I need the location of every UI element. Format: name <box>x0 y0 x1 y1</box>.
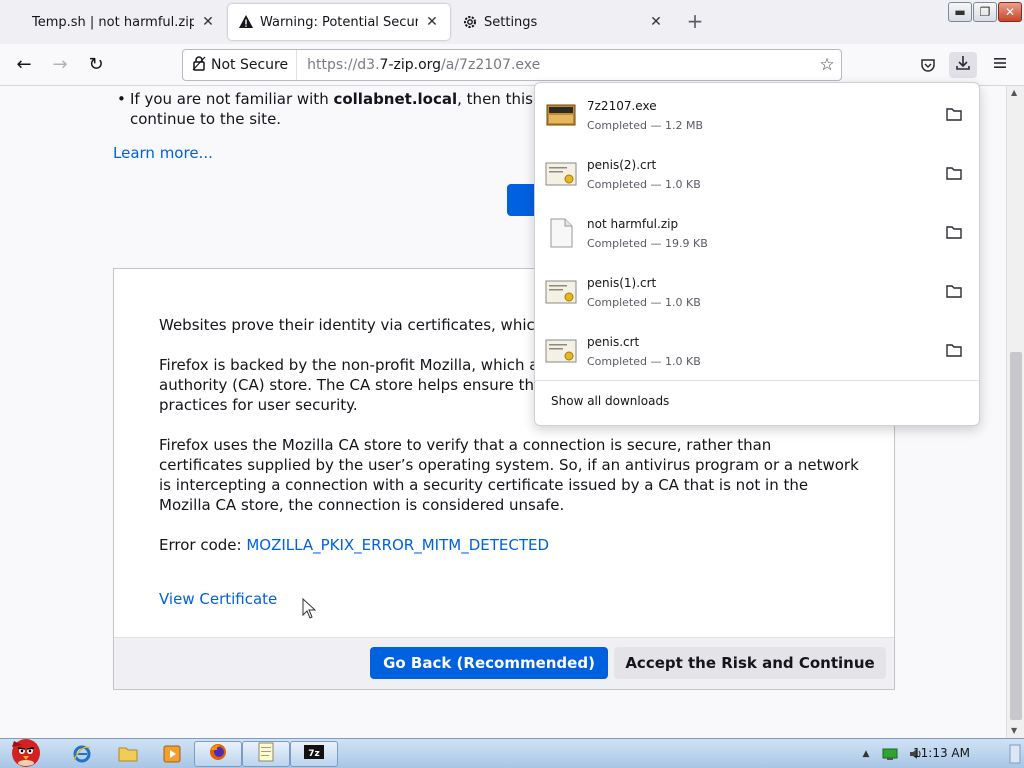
downloads-button[interactable] <box>949 52 977 78</box>
media-player-icon[interactable] <box>158 742 186 766</box>
network-icon[interactable] <box>880 742 900 766</box>
view-certificate-link[interactable]: View Certificate <box>159 590 277 608</box>
paragraph-ca-store: Firefox uses the Mozilla CA store to ver… <box>159 436 859 514</box>
folder-icon[interactable] <box>945 105 963 123</box>
download-filename: penis(2).crt <box>587 158 657 172</box>
tab-security-warning[interactable]: Warning: Potential Security Risk Ahead ✕ <box>228 4 450 40</box>
exe-file-icon <box>545 99 577 131</box>
close-icon[interactable]: ✕ <box>424 14 440 30</box>
security-label: Not Secure <box>211 57 289 73</box>
tab-strip: Temp.sh | not harmful.zip ✕ Warning: Pot… <box>0 0 1024 44</box>
internet-explorer-icon[interactable] <box>68 742 96 766</box>
download-item[interactable]: penis.crt Completed — 1.0 KB <box>535 321 979 379</box>
go-back-button[interactable]: Go Back (Recommended) <box>370 647 608 679</box>
firefox-icon <box>208 742 228 766</box>
download-item[interactable]: not harmful.zip Completed — 19.9 KB <box>535 203 979 261</box>
learn-more-link[interactable]: Learn more... <box>113 144 213 162</box>
download-filename: not harmful.zip <box>587 217 679 231</box>
navigation-toolbar: ← → ↻ Not Secure https://d3.7-zip.org/a/… <box>0 44 1024 86</box>
download-item[interactable]: penis(2).crt Completed — 1.0 KB <box>535 144 979 202</box>
downloads-panel: 7z2107.exe Completed — 1.2 MB penis(2).c… <box>534 82 980 426</box>
scroll-down-icon[interactable]: ▼ <box>1011 726 1017 735</box>
notepad-icon <box>257 742 275 766</box>
new-tab-button[interactable]: + <box>684 10 706 32</box>
insecure-lock-icon <box>191 55 211 75</box>
tab-temp-sh[interactable]: Temp.sh | not harmful.zip ✕ <box>22 4 226 40</box>
warning-icon <box>238 14 254 30</box>
error-code-label: Error code: <box>159 536 247 554</box>
accept-risk-button[interactable]: Accept the Risk and Continue <box>614 647 886 679</box>
show-hidden-icons-icon[interactable]: ▲ <box>858 742 874 766</box>
download-filename: penis.crt <box>587 335 640 349</box>
scroll-up-icon[interactable]: ▲ <box>1011 88 1017 97</box>
gear-icon <box>462 14 478 30</box>
download-status: Completed — 19.9 KB <box>587 237 708 250</box>
forward-button[interactable]: → <box>46 52 74 78</box>
url-text[interactable]: https://d3.7-zip.org/a/7z2107.exe <box>297 57 813 73</box>
error-code-link[interactable]: MOZILLA_PKIX_ERROR_MITM_DETECTED <box>246 536 549 554</box>
pocket-icon[interactable] <box>914 52 942 78</box>
certificate-file-icon <box>545 276 577 308</box>
tab-title: Settings <box>484 14 538 30</box>
download-item[interactable]: penis(1).crt Completed — 1.0 KB <box>535 262 979 320</box>
reload-button[interactable]: ↻ <box>82 52 110 78</box>
file-explorer-icon[interactable] <box>114 742 142 766</box>
minimize-button[interactable]: ▬ <box>948 2 972 22</box>
close-icon[interactable]: ✕ <box>648 14 664 30</box>
site-security-indicator[interactable]: Not Secure <box>183 50 298 80</box>
taskbar: 7z ▲ 11:13 AM <box>0 738 1024 768</box>
divider <box>535 380 979 381</box>
download-status: Completed — 1.0 KB <box>587 296 701 309</box>
window-controls: ▬ ❐ ✕ <box>948 2 1022 22</box>
scrollbar-thumb[interactable] <box>1010 352 1022 720</box>
svg-text:7z: 7z <box>308 749 320 759</box>
folder-icon[interactable] <box>945 341 963 359</box>
download-status: Completed — 1.2 MB <box>587 119 704 132</box>
download-item[interactable]: 7z2107.exe Completed — 1.2 MB <box>535 85 979 143</box>
download-status: Completed — 1.0 KB <box>587 178 701 191</box>
tab-title: Temp.sh | not harmful.zip <box>32 14 194 30</box>
button-bar: Go Back (Recommended) Accept the Risk an… <box>114 637 894 689</box>
restore-button[interactable]: ❐ <box>973 2 997 22</box>
folder-icon[interactable] <box>945 164 963 182</box>
bullet-dot: • <box>117 90 126 108</box>
url-bar[interactable]: Not Secure https://d3.7-zip.org/a/7z2107… <box>182 49 842 81</box>
certificate-file-icon <box>545 335 577 367</box>
bookmark-star-icon[interactable]: ☆ <box>813 55 841 75</box>
back-button[interactable]: ← <box>10 52 38 78</box>
7zip-icon: 7z <box>303 744 325 764</box>
show-desktop-button[interactable] <box>1008 742 1022 766</box>
bullet-host: collabnet.local <box>333 90 458 108</box>
url-prefix: https://d3. <box>307 57 380 73</box>
error-code-line: Error code: MOZILLA_PKIX_ERROR_MITM_DETE… <box>159 535 859 555</box>
download-filename: 7z2107.exe <box>587 99 657 113</box>
close-icon[interactable]: ✕ <box>200 14 216 30</box>
start-button-angry-bird-icon[interactable] <box>4 731 48 767</box>
download-filename: penis(1).crt <box>587 276 657 290</box>
zip-file-icon <box>545 217 577 249</box>
tab-settings[interactable]: Settings ✕ <box>452 4 674 40</box>
show-all-downloads-link[interactable]: Show all downloads <box>551 394 669 408</box>
firefox-taskbar-button[interactable] <box>194 741 242 767</box>
url-domain: 7-zip.org <box>379 57 442 73</box>
download-status: Completed — 1.0 KB <box>587 355 701 368</box>
folder-icon[interactable] <box>945 282 963 300</box>
vertical-scrollbar[interactable]: ▲ ▼ <box>1006 86 1024 738</box>
certificate-file-icon <box>545 158 577 190</box>
notepad-taskbar-button[interactable] <box>242 741 290 767</box>
mouse-cursor-icon <box>302 597 318 624</box>
bullet-prefix: If you are not familiar with <box>130 90 334 108</box>
browser-window: Temp.sh | not harmful.zip ✕ Warning: Pot… <box>0 0 1024 768</box>
window-close-button[interactable]: ✕ <box>998 2 1022 22</box>
hamburger-icon <box>992 55 1008 75</box>
7zip-taskbar-button[interactable]: 7z <box>290 741 338 767</box>
tab-title: Warning: Potential Security Risk Ahead <box>260 14 418 30</box>
folder-icon[interactable] <box>945 223 963 241</box>
url-path: /a/7z2107.exe <box>441 57 541 73</box>
download-arrow-icon <box>955 55 971 75</box>
taskbar-clock[interactable]: 11:13 AM <box>913 746 970 760</box>
menu-button[interactable] <box>986 52 1014 78</box>
